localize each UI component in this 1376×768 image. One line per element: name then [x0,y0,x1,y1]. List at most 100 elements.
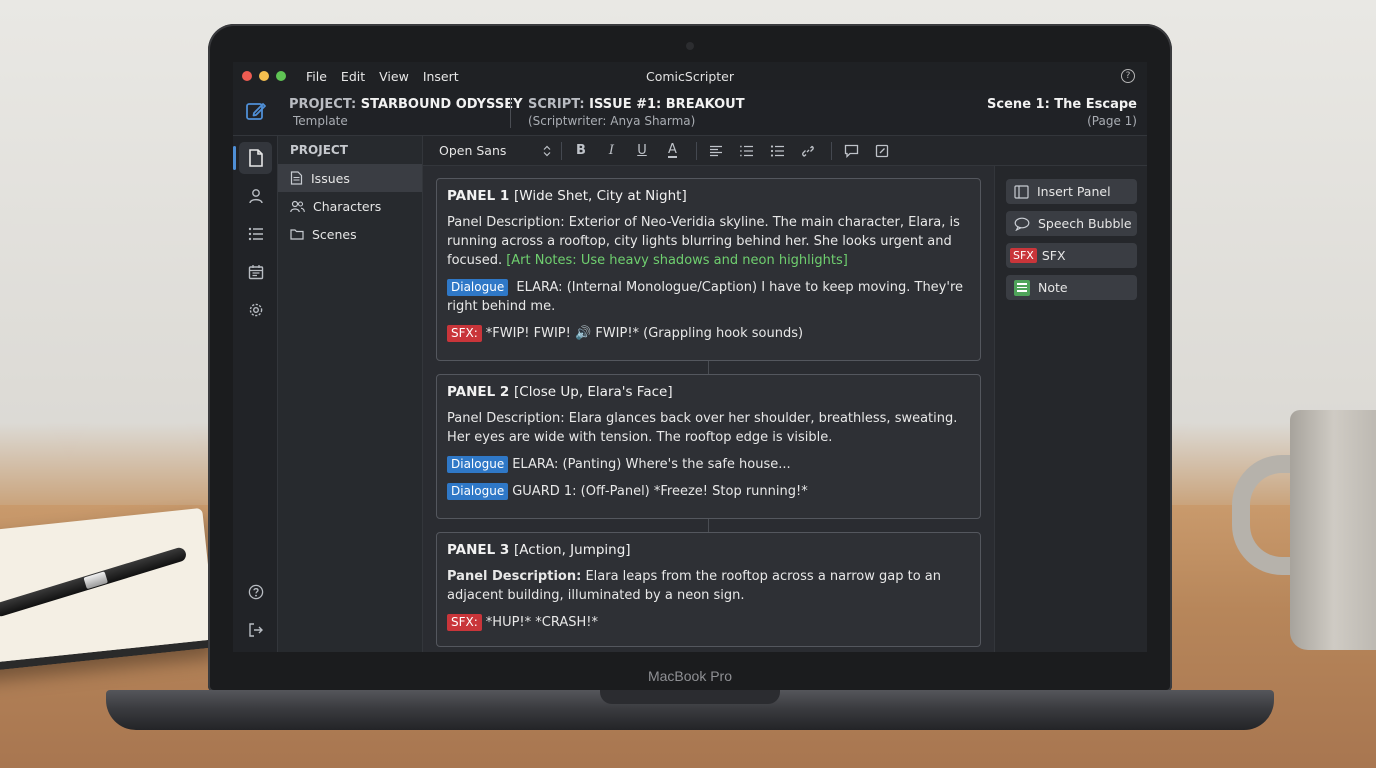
format-toolbar: Open Sans B I U A [423,136,1147,166]
menu-edit[interactable]: Edit [341,69,365,84]
dialogue-tag: Dialogue [447,483,509,500]
window-controls [242,71,286,81]
close-window-button[interactable] [242,71,252,81]
font-select[interactable]: Open Sans [439,140,555,162]
speech-bubble-icon [1014,217,1030,231]
numbered-list-icon [740,145,753,156]
panel-title: PANEL 2 [Close Up, Elara's Face] [447,384,673,400]
project-template: Template [293,114,348,128]
dialogue-row[interactable]: Dialogue ELARA: (Panting) Where's the saf… [447,455,970,474]
document-icon [290,171,303,185]
panel-description: Panel Description: Elara leaps from the … [447,569,942,603]
sidebar-item-characters[interactable]: Characters [278,192,422,220]
sidebar-item-scenes[interactable]: Scenes [278,220,422,248]
panel-card[interactable]: PANEL 1 [Wide Shet, City at Night] Panel… [436,178,981,361]
panel-description: Panel Description: Elara glances back ov… [447,411,958,445]
sfx-row[interactable]: SFX: *FWIP! FWIP! 🔊 FWIP!* (Grappling hoo… [447,324,970,343]
sfx-icon: SFX [1010,248,1037,263]
italic-button[interactable]: I [599,140,625,162]
bold-button[interactable]: B [568,140,594,162]
scene-page: (Page 1) [1087,114,1137,128]
insert-panel-button[interactable]: Insert Panel [1006,179,1137,204]
sfx-tag: SFX: [447,325,482,342]
dialogue-row[interactable]: Dialogue ELARA: (Internal Monologue/Capt… [447,278,970,316]
toolbar-separator [696,141,697,160]
edit-note-icon [875,144,888,157]
menu-insert[interactable]: Insert [423,69,459,84]
help-icon[interactable]: ? [1121,69,1135,83]
rail-help[interactable] [239,576,272,608]
link-icon [801,145,814,157]
compose-icon[interactable] [245,100,267,126]
scriptwriter: (Scriptwriter: Anya Sharma) [528,114,696,128]
menu-view[interactable]: View [379,69,409,84]
toolbar-separator [561,141,562,160]
comment-button[interactable] [838,140,864,162]
rail-documents[interactable] [233,142,272,174]
text-color-button[interactable]: A [660,140,686,162]
toolbar-separator [831,141,832,160]
sidebar-item-label: Characters [313,198,382,214]
project-sidebar: PROJECT Issues Characters Scenes [278,136,423,652]
dialogue-row[interactable]: Dialogue GUARD 1: (Off-Panel) *Freeze! St… [447,482,970,501]
speech-bubble-button[interactable]: Speech Bubble [1006,211,1137,236]
project-info: PROJECT: STARBOUND ODYSSEY Template [289,97,523,128]
notebook [0,507,217,673]
link-button[interactable] [795,140,821,162]
panel-connector [708,360,709,374]
underline-button[interactable]: U [629,140,655,162]
script-editor[interactable]: PANEL 1 [Wide Shet, City at Night] Panel… [423,166,994,652]
laptop-notch [600,690,780,704]
icon-rail [233,136,278,652]
sidebar-item-issues[interactable]: Issues [278,164,422,192]
logout-icon [248,623,263,637]
rail-settings[interactable] [239,294,272,326]
panel-icon [1014,184,1029,199]
scene-info: Scene 1: The Escape (Page 1) [987,97,1137,128]
panel-description: Panel Description: Exterior of Neo-Verid… [447,215,960,268]
folder-icon [290,229,304,240]
help-circle-icon [248,584,263,600]
menu-bar: File Edit View Insert ComicScripter ? [233,62,1147,90]
maximize-window-button[interactable] [276,71,286,81]
art-note: [Art Notes: Use heavy shadows and neon h… [506,253,848,268]
sfx-button[interactable]: SFX SFX [1006,243,1137,268]
gear-icon [249,303,262,317]
rail-calendar[interactable] [239,256,272,288]
menu-file[interactable]: File [306,69,327,84]
note-icon [1014,279,1030,296]
coffee-mug [1290,410,1376,650]
dialogue-tag: Dialogue [447,456,509,473]
font-select-value: Open Sans [439,143,507,158]
note-insert-button[interactable]: Note [1006,275,1137,300]
bullet-list-button[interactable] [764,140,790,162]
camera [686,42,694,50]
comment-icon [844,144,858,158]
panel-card[interactable]: PANEL 3 [Action, Jumping] Panel Descript… [436,532,981,647]
align-left-button[interactable] [703,140,729,162]
bullet-list-icon [770,144,784,157]
sidebar-item-label: Issues [311,170,350,186]
panel-title: PANEL 3 [Action, Jumping] [447,542,631,558]
sfx-tag: SFX: [447,614,482,631]
user-icon [248,189,263,204]
sfx-row[interactable]: SFX: *HUP!* *CRASH!* [447,613,970,632]
document-icon [248,149,263,167]
header-divider [510,98,511,128]
dialogue-tag: Dialogue [447,279,509,296]
script-info: SCRIPT: ISSUE #1: BREAKOUT (Scriptwriter… [528,97,745,128]
numbered-list-button[interactable] [734,140,760,162]
minimize-window-button[interactable] [259,71,269,81]
script-label: SCRIPT: [528,97,585,112]
project-header: PROJECT: STARBOUND ODYSSEY Template SCRI… [233,90,1147,136]
rail-outline[interactable] [239,218,272,250]
rail-characters[interactable] [239,180,272,212]
sidebar-item-label: Scenes [312,226,357,242]
panel-card[interactable]: PANEL 2 [Close Up, Elara's Face] Panel D… [436,374,981,519]
rail-logout[interactable] [239,614,272,646]
users-icon [290,200,305,212]
align-left-icon [710,145,722,156]
note-button[interactable] [869,140,895,162]
calendar-icon [248,265,263,280]
chevron-updown-icon [543,145,551,156]
